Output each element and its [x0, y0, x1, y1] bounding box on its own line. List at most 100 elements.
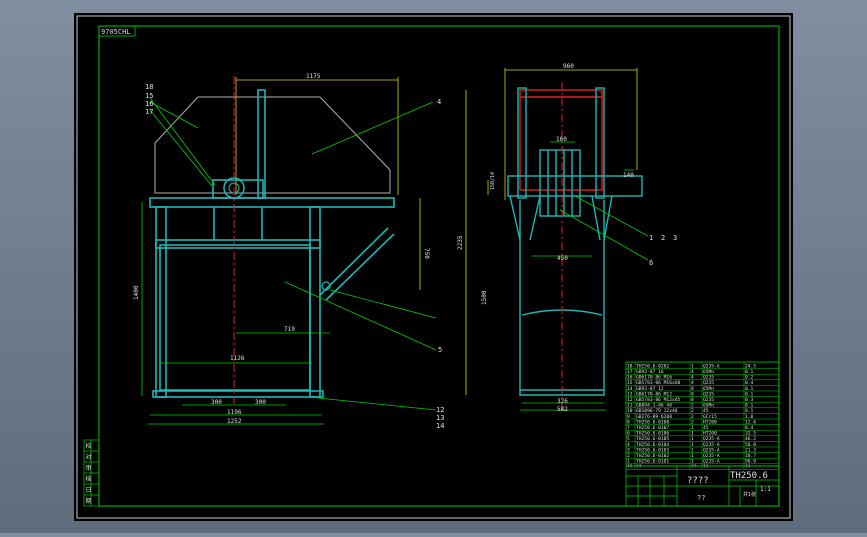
bom-cell: GB93-87 16 — [636, 369, 664, 375]
bom-cell: 8.4 — [745, 425, 754, 431]
bom-cell: 0.1 — [745, 386, 754, 392]
part-4: 4 — [437, 98, 441, 106]
bom-cell: 0.1 — [745, 369, 754, 375]
dim-1175: 1175 — [306, 73, 321, 80]
bom-cell: 17 — [627, 369, 633, 375]
bom-cell: Q235-A — [703, 447, 720, 453]
bom-header-cell: ?? — [691, 464, 697, 470]
bom-cell: GB93-87 12 — [636, 386, 664, 392]
bom-cell: 1 — [691, 459, 694, 465]
bom-cell: HT200 — [703, 419, 717, 425]
bom-cell: 7 — [627, 425, 630, 431]
bom-cell: TH250.6-0108 — [636, 419, 669, 425]
bom-cell: 1 — [691, 447, 694, 453]
bom-cell: Q235 — [703, 391, 714, 397]
part-15: 15 — [145, 92, 153, 100]
bom-cell: 9 — [627, 414, 630, 420]
bom-cell: Q235-A — [703, 436, 720, 442]
bom-cell: 2 — [627, 453, 630, 459]
dim-1252: 1252 — [227, 418, 242, 425]
bom-cell: 15 — [627, 380, 633, 386]
bom-cell: 4 — [627, 442, 630, 448]
drawing-sheet — [74, 13, 793, 521]
dim-300-right: 300 — [255, 399, 266, 406]
bom-cell: 1 — [691, 453, 694, 459]
bom-cell: 18 — [627, 363, 633, 369]
bom-cell: TH250.6-0101 — [636, 459, 669, 465]
dim-750: 750 — [423, 248, 430, 259]
bom-cell: 1.0 — [745, 414, 754, 420]
dim-450: 450 — [557, 255, 568, 262]
bom-cell: 45 — [703, 425, 709, 431]
bom-cell: GB6170-86 M12 — [636, 391, 672, 397]
bom-cell: 16 — [627, 375, 633, 381]
part-16: 16 — [145, 100, 153, 108]
bom-cell: Q235 — [703, 397, 714, 403]
bom-cell: 4 — [691, 369, 694, 375]
bom-cell: 12.6 — [745, 419, 756, 425]
part-2: 2 — [661, 234, 665, 242]
bom-cell: TH250.6-0104 — [636, 442, 669, 448]
bom-cell: TH250.6-0103 — [636, 447, 669, 453]
bom-cell: HT200 — [703, 431, 717, 437]
bom-cell: Q235-A — [703, 459, 720, 465]
bom-cell: TH250.6-0105 — [636, 436, 669, 442]
bom-cell: Q235-A — [703, 442, 720, 448]
bom-cell: 8 — [691, 386, 694, 392]
bom-cell: 2 — [691, 419, 694, 425]
bom-cell: GB6170-86 M16 — [636, 375, 672, 381]
bom-cell: 0.4 — [745, 380, 754, 386]
dim-1126: 1126 — [230, 355, 245, 362]
bom-cell: 1 — [691, 425, 694, 431]
bom-cell: 1 — [691, 436, 694, 442]
part-5: 5 — [438, 346, 442, 354]
bom-cell: GB894.1-86 40 — [636, 403, 672, 409]
dim-1196: 1196 — [227, 409, 242, 416]
dim-140: 140 — [623, 172, 634, 179]
bom-header-cell: ?? — [636, 464, 642, 470]
cad-viewport[interactable]: 9705CHL 校对审核日期 1175 18 15 16 17 4 5 12 1… — [0, 0, 867, 533]
strip-label: 审 — [86, 464, 92, 472]
bom-cell: 1 — [691, 363, 694, 369]
bom-cell: 18.7 — [745, 453, 756, 459]
drawing-canvas: 9705CHL 校对审核日期 1175 18 15 16 17 4 5 12 1… — [74, 13, 793, 521]
drawing-name: ???? — [687, 476, 709, 486]
bom-cell: GB1096-79 12x40 — [636, 408, 678, 414]
bom-cell: TH250.6-0106 — [636, 431, 669, 437]
bom-cell: 96.0 — [745, 459, 756, 465]
bom-cell: 58.0 — [745, 442, 756, 448]
bom-cell: 65Mn — [703, 403, 714, 409]
bom-cell: GB5783-86 M12x45 — [636, 397, 680, 403]
dim-300-left: 300 — [211, 399, 222, 406]
bom-cell: TH250.6-0202 — [636, 363, 669, 369]
strip-label: 日 — [86, 487, 92, 494]
bom-cell: TH250.6-0107 — [636, 425, 669, 431]
dim-960: 960 — [563, 63, 574, 70]
bom-cell: 2 — [691, 414, 694, 420]
bom-header-cell: ?? — [627, 464, 633, 470]
bom-cell: GB5783-86 M16x60 — [636, 380, 680, 386]
bom-cell: 5 — [627, 436, 630, 442]
bom-cell: 21.3 — [745, 447, 756, 453]
bom-cell: 8 — [627, 419, 630, 425]
bom-cell: 4 — [691, 375, 694, 381]
bom-header-cell: ?? — [745, 464, 751, 470]
bom-cell: 13 — [627, 391, 633, 397]
bom-cell: GB276-89 6208 — [636, 414, 672, 420]
bom-cell: 3 — [627, 447, 630, 453]
part-6: 6 — [649, 259, 653, 267]
bom-cell: 1 — [627, 459, 630, 465]
bom-cell: 2 — [691, 403, 694, 409]
bom-cell: Q235-A — [703, 453, 720, 459]
dim-1500: 1500 — [481, 290, 488, 305]
bom-cell: 4 — [691, 380, 694, 386]
bom-cell: 12 — [627, 397, 633, 403]
sheet-mark: 共1张 — [743, 491, 756, 498]
part-1: 1 — [649, 234, 653, 242]
bom-cell: 45 — [703, 408, 709, 414]
bom-cell: 8 — [691, 397, 694, 403]
bom-cell: GCr15 — [703, 414, 717, 420]
bom-cell: 6 — [627, 431, 630, 437]
bom-cell: 14 — [627, 386, 633, 392]
dim-160: 160 — [556, 136, 567, 143]
